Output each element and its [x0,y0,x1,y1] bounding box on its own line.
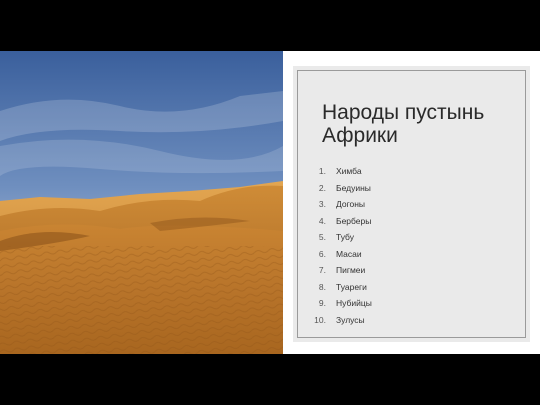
desert-dunes-image [0,51,283,354]
panel-border: Народы пустынь Африки 1. Химба 2. Бедуины … [297,70,526,338]
list-number: 10. [314,314,326,325]
list-number: 9. [318,298,326,308]
list-label: Бедуины [336,182,371,193]
list-number: 2. [318,182,326,193]
list-label: Масаи [336,248,362,259]
list-number: 3. [318,199,326,209]
list-number: 7. [318,265,326,275]
content-panel: Народы пустынь Африки 1. Химба 2. Бедуины … [293,66,530,342]
list-number: 5. [318,232,326,242]
list-label: Химба [336,166,362,176]
list-label: Нубийцы [336,298,372,308]
list-number: 6. [318,248,326,259]
list-label: Пигмеи [336,265,366,275]
list-label: Берберы [336,215,372,226]
list-label: Зулусы [336,314,365,325]
list-label: Догоны [336,199,366,209]
slide-title: Народы пустынь Африки [322,101,485,147]
slide: Народы пустынь Африки 1. Химба 2. Бедуины … [0,51,540,354]
list-label: Тубу [336,232,354,242]
list-label: Туареги [336,281,367,292]
list-number: 4. [318,215,326,226]
list-number: 1. [318,166,326,176]
list-number: 8. [318,281,326,292]
